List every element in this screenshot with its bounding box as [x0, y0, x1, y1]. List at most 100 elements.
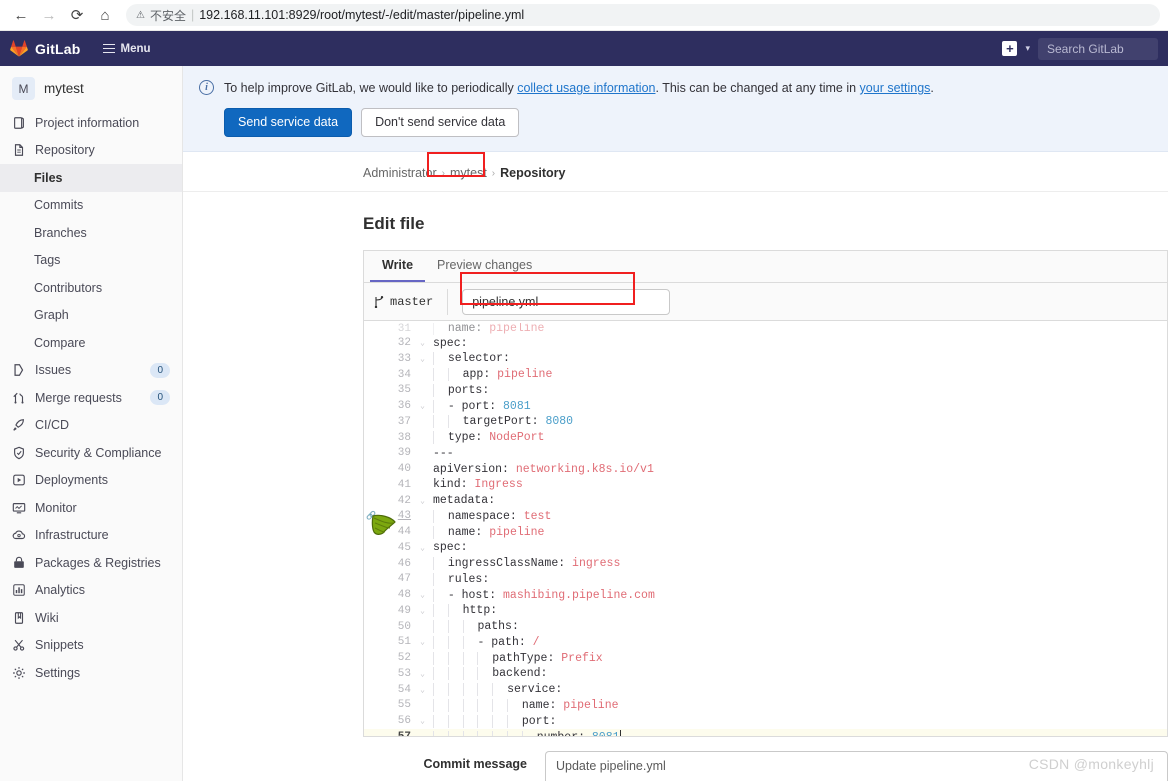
code-line[interactable]: 45 ⌄ spec: [364, 540, 1167, 556]
code-line[interactable]: 54 ⌄ service: [364, 682, 1167, 698]
tab-write[interactable]: Write [370, 251, 426, 283]
monitor-icon [12, 501, 26, 515]
code-line[interactable]: 41 kind: Ingress [364, 477, 1167, 493]
breadcrumb-separator: › [441, 167, 445, 179]
code-line[interactable]: 36 ⌄ - port: 8081 [364, 398, 1167, 414]
code-line[interactable]: 51 ⌄ - path: / [364, 634, 1167, 650]
breadcrumb-item-administrator[interactable]: Administrator [363, 166, 437, 180]
code-line[interactable]: 32 ⌄ spec: [364, 335, 1167, 351]
fold-chevron-icon[interactable]: ⌄ [416, 590, 429, 600]
code-line[interactable]: 37 targetPort: 8080 [364, 414, 1167, 430]
code-line[interactable]: 34 app: pipeline [364, 367, 1167, 383]
code-line[interactable]: 31 name: pipeline [364, 323, 1167, 336]
code-line-text: name: pipeline [429, 698, 619, 712]
code-token: port: [521, 714, 557, 728]
forward-icon[interactable]: → [36, 2, 62, 28]
reload-icon[interactable]: ⟳ [64, 2, 90, 28]
back-icon[interactable]: ← [8, 2, 34, 28]
chevron-down-icon[interactable]: ▾ [1025, 43, 1030, 54]
code-line[interactable]: 38 type: NodePort [364, 430, 1167, 446]
sidebar-item-graph[interactable]: Graph [0, 302, 182, 330]
gitlab-home-link[interactable]: GitLab [10, 40, 81, 57]
sidebar-item-commits[interactable]: Commits [0, 192, 182, 220]
code-line-text: port: [429, 714, 557, 728]
sidebar-item-compare[interactable]: Compare [0, 329, 182, 357]
sidebar-item-contributors[interactable]: Contributors [0, 274, 182, 302]
fold-chevron-icon[interactable]: ⌄ [416, 543, 429, 553]
sidebar-item-wiki[interactable]: Wiki [0, 604, 182, 632]
sidebar-item-packages-registries[interactable]: Packages & Registries [0, 549, 182, 577]
code-line[interactable]: 46 ingressClassName: ingress [364, 556, 1167, 572]
indent-guide [433, 651, 448, 665]
code-line[interactable]: 56 ⌄ port: [364, 713, 1167, 729]
fold-chevron-icon[interactable]: ⌄ [416, 716, 429, 726]
code-line[interactable]: 44 name: pipeline [364, 524, 1167, 540]
search-input[interactable]: Search GitLab [1038, 37, 1158, 60]
sidebar-item-label: Wiki [35, 610, 59, 625]
sidebar-item-analytics[interactable]: Analytics [0, 577, 182, 605]
fold-chevron-icon[interactable]: ⌄ [416, 338, 429, 348]
code-line[interactable]: 42 ⌄ metadata: [364, 493, 1167, 509]
code-token: Prefix [561, 651, 603, 665]
code-line[interactable]: 49 ⌄ http: [364, 603, 1167, 619]
fold-chevron-icon[interactable]: ⌄ [416, 637, 429, 647]
fold-chevron-icon[interactable]: ⌄ [416, 669, 429, 679]
address-bar[interactable]: ⚠ 不安全 | 192.168.11.101:8929/root/mytest/… [126, 4, 1160, 26]
rocket-icon [12, 418, 26, 432]
sidebar-item-issues[interactable]: Issues 0 [0, 357, 182, 385]
code-line[interactable]: 33 ⌄ selector: [364, 351, 1167, 367]
sidebar-item-project-information[interactable]: Project information [0, 109, 182, 137]
line-number: 49 [397, 604, 411, 617]
sidebar-item-files[interactable]: Files [0, 164, 182, 192]
main-menu-button[interactable]: Menu [102, 43, 151, 55]
code-line[interactable]: 48 ⌄ - host: mashibing.pipeline.com [364, 587, 1167, 603]
sidebar-item-ci-cd[interactable]: CI/CD [0, 412, 182, 440]
code-line[interactable]: 40 apiVersion: networking.k8s.io/v1 [364, 461, 1167, 477]
usage-data-alert: i To help improve GitLab, we would like … [183, 66, 1168, 153]
plus-icon[interactable]: + [1002, 41, 1018, 56]
dont-send-service-data-button[interactable]: Don't send service data [361, 108, 520, 138]
code-line[interactable]: 35 ports: [364, 382, 1167, 398]
code-token: Ingress [474, 478, 523, 492]
sidebar-item-branches[interactable]: Branches [0, 219, 182, 247]
sidebar-project-header[interactable]: M mytest [0, 72, 182, 109]
indent-guide [447, 714, 463, 728]
code-token: name: [447, 525, 490, 539]
code-editor[interactable]: 31 name: pipeline 32 ⌄ spec: 33 ⌄ selector: 34… [364, 321, 1167, 737]
sidebar-item-settings[interactable]: Settings [0, 659, 182, 687]
sidebar-item-tags[interactable]: Tags [0, 247, 182, 275]
code-line[interactable]: 39 --- [364, 445, 1167, 461]
code-line[interactable]: 50 paths: [364, 619, 1167, 635]
send-service-data-button[interactable]: Send service data [224, 108, 353, 138]
sidebar-item-merge-requests[interactable]: Merge requests 0 [0, 384, 182, 412]
code-line[interactable]: 55 name: pipeline [364, 697, 1167, 713]
your-settings-link[interactable]: your settings [860, 81, 931, 95]
page-title: Edit file [363, 214, 425, 234]
sidebar-item-label: Compare [34, 335, 86, 350]
sidebar-item-repository[interactable]: Repository [0, 137, 182, 165]
fold-chevron-icon[interactable]: ⌄ [416, 401, 429, 411]
breadcrumb-item-repository[interactable]: Repository [500, 166, 565, 180]
sidebar-item-deployments[interactable]: Deployments [0, 467, 182, 495]
breadcrumb-item-mytest[interactable]: mytest [450, 166, 487, 180]
home-icon[interactable]: ⌂ [92, 2, 118, 28]
sidebar-item-infrastructure[interactable]: Infrastructure [0, 522, 182, 550]
fold-chevron-icon[interactable]: ⌄ [416, 685, 429, 695]
fold-chevron-icon[interactable]: ⌄ [416, 606, 429, 616]
code-line-text: namespace: test [429, 509, 551, 523]
code-line[interactable]: 🔗 43 namespace: test [364, 508, 1167, 524]
fold-chevron-icon[interactable]: ⌄ [416, 496, 429, 506]
line-number: 41 [397, 478, 411, 491]
tab-preview-changes[interactable]: Preview changes [425, 251, 544, 282]
line-link-icon[interactable]: 🔗 [364, 511, 376, 521]
sidebar-item-monitor[interactable]: Monitor [0, 494, 182, 522]
code-line[interactable]: 57 number: 8081 [364, 728, 1167, 737]
code-line[interactable]: 53 ⌄ backend: [364, 666, 1167, 682]
fold-chevron-icon[interactable]: ⌄ [416, 354, 429, 364]
sidebar-item-security-compliance[interactable]: Security & Compliance [0, 439, 182, 467]
code-line[interactable]: 47 rules: [364, 571, 1167, 587]
filename-input[interactable]: pipeline.yml [462, 288, 671, 315]
collect-usage-information-link[interactable]: collect usage information [517, 81, 655, 95]
code-line[interactable]: 52 pathType: Prefix [364, 650, 1167, 666]
sidebar-item-snippets[interactable]: Snippets [0, 632, 182, 660]
